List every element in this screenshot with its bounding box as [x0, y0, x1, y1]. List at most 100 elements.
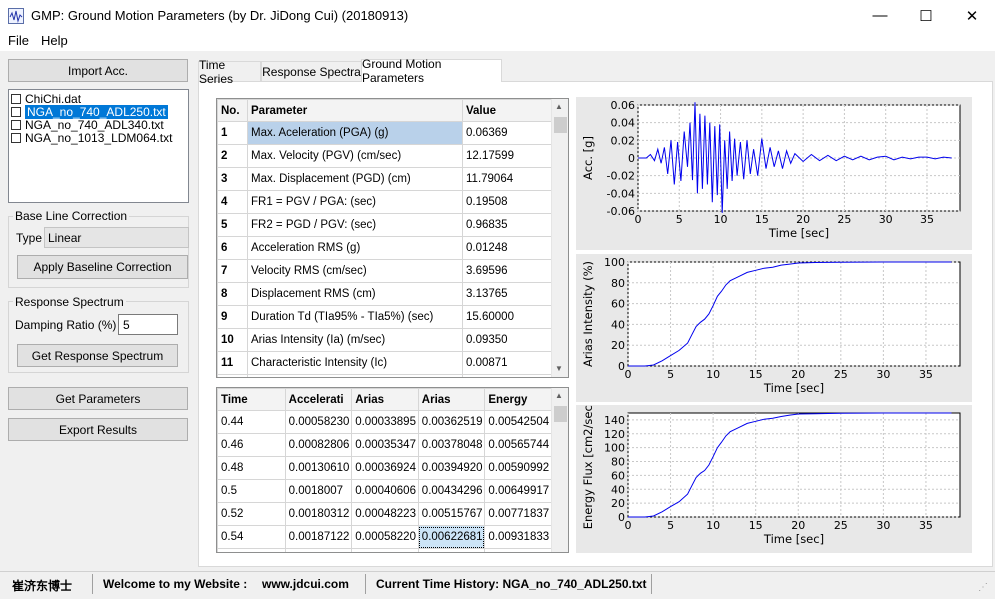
minimize-button[interactable]: —	[857, 0, 903, 31]
scroll-thumb[interactable]	[554, 406, 567, 422]
table-cell[interactable]: 0.00180312	[284, 502, 353, 526]
table-cell[interactable]: Displacement RMS (cm)	[247, 282, 463, 306]
table-cell[interactable]: 9	[217, 305, 248, 329]
table-cell[interactable]: 0.00130610	[284, 456, 353, 480]
table-cell[interactable]: 7	[217, 259, 248, 283]
list-item[interactable]: ChiChi.dat	[11, 92, 81, 106]
column-header[interactable]: No.	[217, 99, 248, 122]
checkbox[interactable]	[11, 132, 21, 143]
table-row[interactable]: 10 Arias Intensity (Ia) (m/sec) 0.09350	[217, 328, 553, 352]
table-row[interactable]: 0.5 0.0018007 0.00040606 0.00434296 0.006499…	[217, 479, 552, 503]
series-scrollbar[interactable]: ▲	[551, 388, 568, 552]
file-list[interactable]: ChiChi.dat NGA_no_740_ADL250.txt NGA_no_…	[8, 89, 189, 203]
table-row[interactable]: 12Specific Energy Density (SED) (cm2/sec…	[217, 374, 553, 377]
table-cell[interactable]: 0.01248	[462, 236, 553, 260]
table-cell[interactable]: 0.56	[217, 548, 286, 552]
table-cell[interactable]: 0.96835	[462, 213, 553, 237]
list-item[interactable]: NGA_no_1013_LDM064.txt	[11, 131, 172, 145]
table-row[interactable]: 0.54 0.00187122 0.00058220 0.00622681 0.0093…	[217, 525, 552, 549]
column-header[interactable]: Time	[217, 388, 286, 411]
damping-ratio-input[interactable]	[118, 314, 178, 335]
table-cell[interactable]: Velocity RMS (cm/sec)	[247, 259, 463, 283]
table-cell[interactable]: 10	[217, 328, 248, 352]
table-cell[interactable]: 0.00035347	[351, 433, 419, 457]
table-cell[interactable]: 3	[217, 167, 248, 191]
table-row[interactable]: 2 Max. Velocity (PGV) (cm/sec) 12.17599	[217, 144, 553, 168]
baseline-type-select[interactable]: Linear	[44, 227, 189, 248]
get-parameters-button[interactable]: Get Parameters	[8, 387, 188, 410]
table-cell[interactable]: Acceleration RMS (g)	[247, 236, 463, 260]
table-cell[interactable]: 11	[217, 351, 248, 375]
table-cell[interactable]: 0.00565744	[484, 433, 552, 457]
table-cell[interactable]: 0.5	[217, 479, 286, 503]
table-row[interactable]: 8 Displacement RMS (cm) 3.13765	[217, 282, 553, 306]
scroll-thumb[interactable]	[554, 117, 567, 133]
table-row[interactable]: 0.46 0.00082806 0.00035347 0.00378048 0.0056…	[217, 433, 552, 457]
checkbox[interactable]	[11, 93, 21, 104]
list-item[interactable]: NGA_no_740_ADL250.txt	[11, 104, 168, 119]
table-cell[interactable]: 0.00733859	[417, 548, 486, 552]
table-cell[interactable]: 0.00068615	[351, 548, 419, 552]
table-row[interactable]: 0.52 0.00180312 0.00048223 0.00515767 0.0077…	[217, 502, 552, 526]
table-cell[interactable]: Specific Energy Density (SED) (cm2/sec)	[247, 374, 463, 377]
series-grid[interactable]: Time Accelerati Arias Arias Energy 0.44 0…	[216, 387, 569, 553]
scroll-up-icon[interactable]: ▲	[555, 391, 563, 400]
table-cell[interactable]: 3.13765	[462, 282, 553, 306]
table-cell[interactable]: 0.00590992	[484, 456, 552, 480]
table-row[interactable]: 7 Velocity RMS (cm/sec) 3.69596	[217, 259, 553, 283]
table-cell[interactable]: 0.00649917	[484, 479, 552, 503]
table-cell[interactable]: 0.48	[217, 456, 286, 480]
scroll-up-icon[interactable]: ▲	[555, 102, 563, 111]
table-cell[interactable]: 0.06369	[462, 121, 553, 145]
status-website-link[interactable]: www.jdcui.com	[262, 577, 349, 591]
column-header[interactable]: Arias	[351, 388, 419, 411]
maximize-button[interactable]: ☐	[903, 0, 949, 31]
table-cell[interactable]: 15.60000	[462, 305, 553, 329]
table-row[interactable]: 4 FR1 = PGV / PGA: (sec) 0.19508	[217, 190, 553, 214]
table-cell[interactable]: 0.00871	[462, 351, 553, 375]
table-row[interactable]: 0.560.001538570.000686150.007338590.0109…	[217, 548, 552, 552]
table-cell[interactable]: 12	[217, 374, 248, 377]
table-cell[interactable]: 0.0018007	[284, 479, 353, 503]
tab-response-spectra[interactable]: Response Spectra	[261, 61, 362, 81]
table-cell[interactable]: Max. Displacement (PGD) (cm)	[247, 167, 463, 191]
column-header[interactable]: Value	[462, 99, 553, 122]
checkbox[interactable]	[11, 119, 21, 130]
table-cell[interactable]: FR2 = PGD / PGV: (sec)	[247, 213, 463, 237]
table-cell[interactable]: 532.47199	[462, 374, 553, 377]
table-cell[interactable]: 0.00542504	[484, 410, 552, 434]
table-cell[interactable]: Arias Intensity (Ia) (m/sec)	[247, 328, 463, 352]
table-cell[interactable]: FR1 = PGV / PGA: (sec)	[247, 190, 463, 214]
table-cell[interactable]: 2	[217, 144, 248, 168]
get-response-spectrum-button[interactable]: Get Response Spectrum	[17, 344, 178, 367]
table-cell[interactable]: Duration Td (TIa95% - TIa5%) (sec)	[247, 305, 463, 329]
export-results-button[interactable]: Export Results	[8, 418, 188, 441]
table-cell[interactable]: 0.00394920	[417, 456, 486, 480]
column-header[interactable]: Energy	[484, 388, 552, 411]
table-cell[interactable]: 0.00082806	[284, 433, 353, 457]
table-row[interactable]: 5 FR2 = PGD / PGV: (sec) 0.96835	[217, 213, 553, 237]
table-row[interactable]: 3 Max. Displacement (PGD) (cm) 11.79064	[217, 167, 553, 191]
table-cell[interactable]: Characteristic Intensity (Ic)	[247, 351, 463, 375]
import-acc-button[interactable]: Import Acc.	[8, 59, 188, 82]
table-cell[interactable]: 0.00036924	[351, 456, 419, 480]
table-cell[interactable]: 0.52	[217, 502, 286, 526]
parameters-grid[interactable]: No. Parameter Value 1 Max. Aceleration (P…	[216, 98, 569, 378]
menu-file[interactable]: File	[8, 33, 29, 48]
table-row[interactable]: 0.44 0.00058230 0.00033895 0.00362519 0.0054…	[217, 410, 552, 434]
column-header[interactable]: Parameter	[247, 99, 463, 122]
table-row[interactable]: 6 Acceleration RMS (g) 0.01248	[217, 236, 553, 260]
table-cell[interactable]: 0.00771837	[484, 502, 552, 526]
table-cell[interactable]: 0.44	[217, 410, 286, 434]
table-row[interactable]: 0.48 0.00130610 0.00036924 0.00394920 0.0059…	[217, 456, 552, 480]
table-cell[interactable]: 0.00058230	[284, 410, 353, 434]
table-cell[interactable]: Max. Velocity (PGV) (cm/sec)	[247, 144, 463, 168]
table-cell[interactable]: 0.00033895	[351, 410, 419, 434]
table-row[interactable]: 11 Characteristic Intensity (Ic) 0.00871	[217, 351, 553, 375]
table-cell[interactable]: 0.00048223	[351, 502, 419, 526]
params-scrollbar[interactable]: ▲ ▼	[551, 99, 568, 377]
table-cell[interactable]: 0.00058220	[351, 525, 419, 549]
table-cell[interactable]: 11.79064	[462, 167, 553, 191]
tab-ground-motion-parameters[interactable]: Ground Motion Parameters	[361, 57, 502, 85]
table-row[interactable]: 9 Duration Td (TIa95% - TIa5%) (sec) 15.60…	[217, 305, 553, 329]
